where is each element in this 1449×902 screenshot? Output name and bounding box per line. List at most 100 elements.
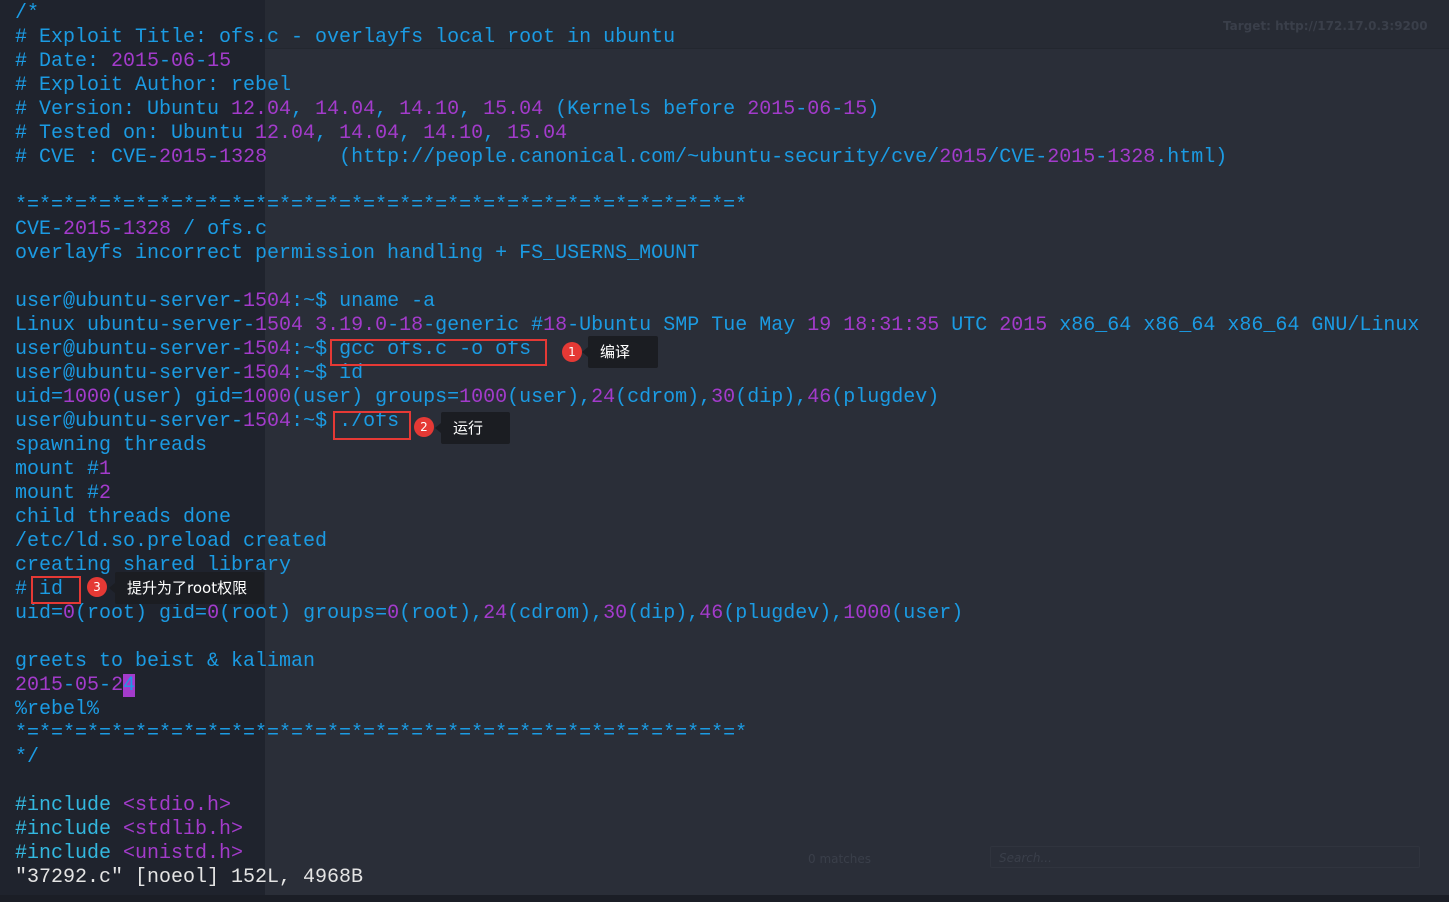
terminal-text: mount # (15, 458, 100, 481)
terminal-text: 1000 (843, 602, 892, 625)
terminal-line: /etc/ld.so.preload created (15, 530, 1419, 554)
terminal-line: # Version: Ubuntu 12.04, 14.04, 14.10, 1… (15, 98, 1419, 122)
terminal-text: uid= (15, 386, 64, 409)
terminal-text: spawning threads (15, 434, 208, 457)
terminal-text: <stdio.h> (123, 794, 232, 817)
terminal-line: mount #2 (15, 482, 1419, 506)
terminal-line: # Tested on: Ubuntu 12.04, 14.04, 14.10,… (15, 122, 1419, 146)
terminal-text: #include (15, 818, 124, 841)
terminal-text: *=*=*=*=*=*=*=*=*=*=*=*=*=*=*=*=*=*=*=*=… (15, 194, 748, 217)
terminal-line: CVE-2015-1328 / ofs.c (15, 218, 1419, 242)
terminal-text: 24 (591, 386, 616, 409)
terminal-text: - (207, 146, 220, 169)
terminal-text: %rebel% (15, 698, 100, 721)
terminal-text: 12.04 (231, 98, 292, 121)
terminal-text: (root) groups= (219, 602, 388, 625)
terminal-text: */ (15, 746, 40, 769)
terminal-text: 2015 (939, 146, 988, 169)
terminal-text: 1000 (63, 386, 112, 409)
terminal-line: greets to beist & kaliman (15, 650, 1419, 674)
terminal-text: # Exploit Title: ofs.c - overlayfs local… (15, 26, 676, 49)
terminal-text: overlayfs incorrect permission handling … (15, 242, 700, 265)
terminal-text: 24 (483, 602, 508, 625)
terminal-text: user@ubuntu-server- (15, 410, 244, 433)
terminal-text: 14.10 (423, 122, 484, 145)
terminal-line: 2015-05-24 (15, 674, 1419, 698)
terminal-text: 05 (75, 674, 100, 697)
terminal-text: 15.04 (483, 98, 544, 121)
terminal-text: 0 (387, 602, 400, 625)
highlight-box-run-command (333, 411, 411, 440)
terminal-text: (cdrom), (615, 386, 712, 409)
terminal-text: /* (15, 2, 40, 25)
terminal-text: 1504 (255, 314, 304, 337)
terminal-text: # Date: (15, 50, 112, 73)
terminal-text: - (831, 98, 844, 121)
terminal-text: 1328 (123, 218, 172, 241)
terminal-text: 15.04 (507, 122, 568, 145)
terminal-line: *=*=*=*=*=*=*=*=*=*=*=*=*=*=*=*=*=*=*=*=… (15, 722, 1419, 746)
terminal-text: (Kernels before (543, 98, 748, 121)
terminal-line: #include <unistd.h> (15, 842, 1419, 866)
terminal-text: 18 (543, 314, 568, 337)
terminal-text: (root), (399, 602, 484, 625)
terminal-text: (cdrom), (507, 602, 604, 625)
terminal-text: 2 (99, 482, 112, 505)
terminal-text: 06 (807, 98, 832, 121)
terminal-text: 30 (711, 386, 736, 409)
terminal-text: # CVE : CVE- (15, 146, 160, 169)
terminal-line: Linux ubuntu-server-1504 3.19.0-18-gener… (15, 314, 1419, 338)
annotation-badge-3: 3 (87, 577, 107, 597)
terminal-text: -Ubuntu SMP Tue May (567, 314, 808, 337)
terminal-line: uid=0(root) gid=0(root) groups=0(root),2… (15, 602, 1419, 626)
terminal-text: / ofs.c (171, 218, 268, 241)
terminal-text: # Exploit Author: rebel (15, 74, 292, 97)
terminal-text: (plugdev), (723, 602, 844, 625)
terminal-line: #include <stdlib.h> (15, 818, 1419, 842)
terminal-text: user@ubuntu-server- (15, 362, 244, 385)
terminal-text: 1328 (1107, 146, 1156, 169)
terminal-text: 3.19.0 (315, 314, 388, 337)
terminal-text: - (795, 98, 808, 121)
terminal-text: (root) gid= (75, 602, 208, 625)
terminal-line: user@ubuntu-server-1504:~$ id (15, 362, 1419, 386)
terminal-text: /CVE- (987, 146, 1048, 169)
highlight-box-gcc-command (330, 339, 547, 366)
terminal-text: 18:31:35 (843, 314, 940, 337)
annotation-badge-2: 2 (414, 417, 434, 437)
terminal-text: (user) gid= (111, 386, 244, 409)
terminal-text: 1 (99, 458, 112, 481)
terminal-text: <stdlib.h> (123, 818, 244, 841)
terminal-line: /* (15, 2, 1419, 26)
terminal-text: 15 (207, 50, 232, 73)
terminal-text: ) (867, 98, 880, 121)
terminal-text: # Tested on: Ubuntu (15, 122, 256, 145)
terminal-text: 30 (603, 602, 628, 625)
terminal-text: (user) groups= (291, 386, 460, 409)
terminal-text: 06 (171, 50, 196, 73)
terminal-text: 14.10 (399, 98, 460, 121)
terminal-text: (user) (891, 602, 964, 625)
terminal-text: 1504 (243, 338, 292, 361)
text-cursor: 4 (123, 674, 136, 697)
terminal-line: user@ubuntu-server-1504:~$ uname -a (15, 290, 1419, 314)
terminal-text: 1000 (243, 386, 292, 409)
terminal-text: (http://people.canonical.com/~ubuntu-sec… (267, 146, 940, 169)
terminal-text: 19 (807, 314, 832, 337)
terminal-text: #include (15, 842, 124, 865)
terminal-text: , (315, 122, 340, 145)
vim-terminal-buffer[interactable]: /* # Exploit Title: ofs.c - overlayfs loc… (15, 2, 1419, 890)
terminal-text: Linux ubuntu-server- (15, 314, 256, 337)
annotation-label-compile: 编译 (582, 336, 658, 368)
terminal-text: 46 (699, 602, 724, 625)
terminal-line: */ (15, 746, 1419, 770)
highlight-box-id-command (31, 576, 81, 604)
terminal-line: user@ubuntu-server-1504:~$ ./ofs (15, 410, 1419, 434)
terminal-text: , (483, 122, 508, 145)
terminal-text: #include (15, 794, 124, 817)
